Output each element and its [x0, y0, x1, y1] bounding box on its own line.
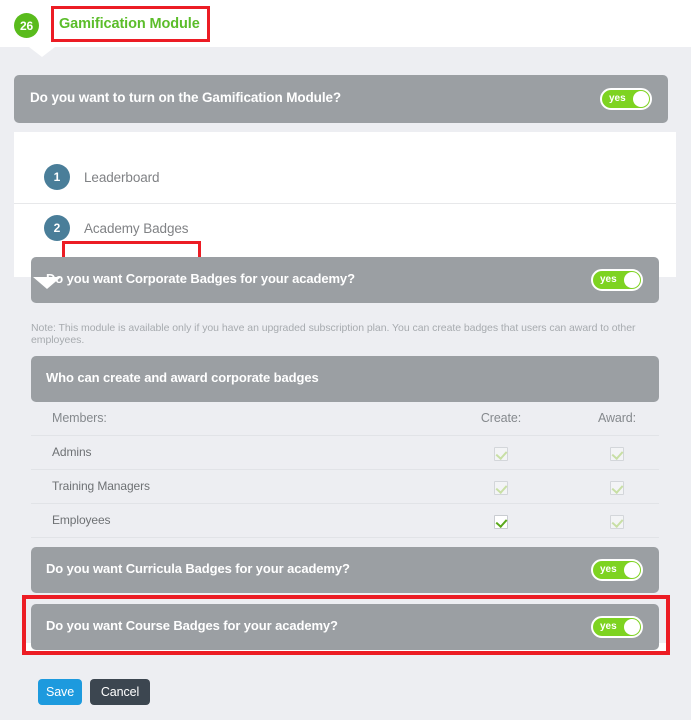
checkbox-create-admins[interactable]: [494, 446, 508, 461]
curricula-badges-label: Do you want Curricula Badges for your ac…: [46, 561, 350, 576]
subscription-note: Note: This module is available only if y…: [31, 322, 636, 346]
curricula-badges-bar: Do you want Curricula Badges for your ac…: [31, 547, 659, 593]
gamification-toggle-bar: Do you want to turn on the Gamification …: [14, 75, 668, 123]
corporate-badges-label: Do you want Corporate Badges for your ac…: [46, 271, 355, 286]
course-badges-highlight-box: [22, 595, 670, 655]
corporate-badges-toggle-label: yes: [600, 274, 617, 285]
title-highlight-box: [51, 6, 210, 42]
permissions-table: Members: Create: Award: Admins Training …: [31, 402, 659, 538]
award-cell-admins: [587, 445, 647, 463]
row-label-training-managers: Training Managers: [52, 479, 150, 493]
gamification-toggle-label: yes: [609, 93, 626, 104]
corporate-badges-toggle[interactable]: yes: [591, 269, 643, 291]
column-header-create: Create:: [480, 411, 522, 425]
module-number-badge: 26: [14, 13, 39, 38]
table-row: Employees: [31, 504, 659, 538]
table-row: Training Managers: [31, 470, 659, 504]
gamification-toggle[interactable]: yes: [600, 88, 652, 110]
curricula-badges-toggle-label: yes: [600, 564, 617, 575]
curricula-badges-toggle[interactable]: yes: [591, 559, 643, 581]
step-label-leaderboard: Leaderboard: [84, 170, 160, 185]
create-cell-employees: [471, 513, 531, 531]
toggle-knob: [624, 562, 640, 578]
steps-caret-icon: [33, 277, 61, 289]
column-header-members: Members:: [52, 411, 107, 425]
corporate-badges-bar: Do you want Corporate Badges for your ac…: [31, 257, 659, 303]
row-label-employees: Employees: [52, 513, 111, 527]
sidebar-item-leaderboard[interactable]: 1 Leaderboard: [14, 153, 676, 202]
header-caret-icon: [29, 47, 55, 57]
checkbox-create-employees[interactable]: [494, 514, 508, 529]
toggle-knob: [624, 272, 640, 288]
step-number-1: 1: [44, 164, 70, 190]
checkbox-award-employees[interactable]: [610, 514, 624, 529]
checkbox-create-training-managers[interactable]: [494, 480, 508, 495]
create-cell-admins: [471, 445, 531, 463]
page-body: Do you want to turn on the Gamification …: [0, 47, 691, 720]
toggle-knob: [633, 91, 649, 107]
save-button[interactable]: Save: [38, 679, 82, 705]
award-cell-employees: [587, 513, 647, 531]
checkbox-award-training-managers[interactable]: [610, 480, 624, 495]
step-number-2: 2: [44, 215, 70, 241]
create-cell-training-managers: [471, 479, 531, 497]
permissions-section-header: Who can create and award corporate badge…: [31, 356, 659, 402]
step-label-academy-badges: Academy Badges: [84, 221, 189, 236]
cancel-button[interactable]: Cancel: [90, 679, 150, 705]
award-cell-training-managers: [587, 479, 647, 497]
table-row: Admins: [31, 436, 659, 470]
gamification-question-label: Do you want to turn on the Gamification …: [30, 90, 342, 105]
row-label-admins: Admins: [52, 445, 92, 459]
permissions-section-title: Who can create and award corporate badge…: [46, 370, 319, 385]
checkbox-award-admins[interactable]: [610, 446, 624, 461]
table-header-row: Members: Create: Award:: [31, 402, 659, 436]
module-header: 26 Gamification Module: [0, 0, 691, 47]
column-header-award: Award:: [597, 411, 637, 425]
